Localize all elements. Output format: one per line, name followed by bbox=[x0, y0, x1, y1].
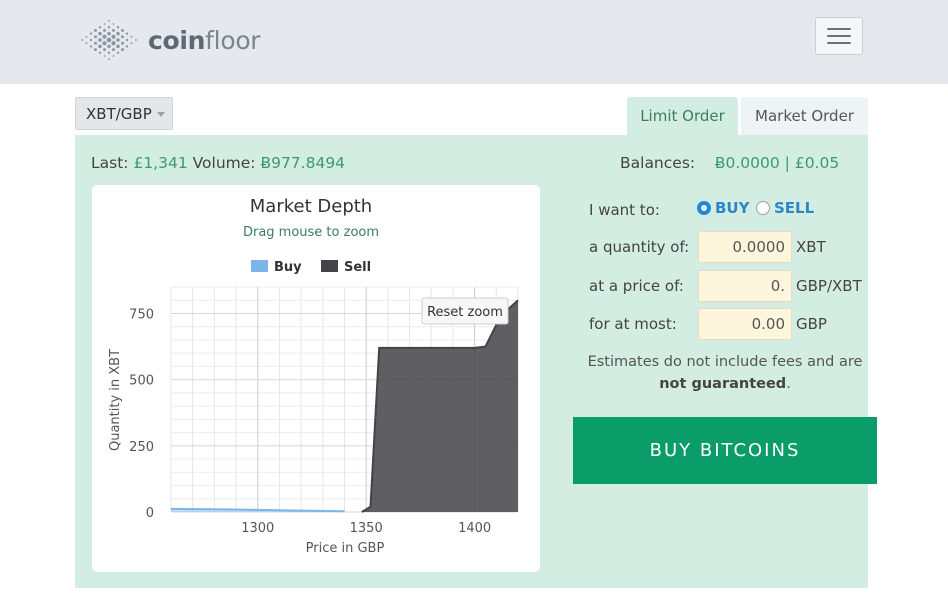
y-axis-label: Quantity in XBT bbox=[108, 349, 123, 451]
y-tick-label: 0 bbox=[146, 506, 154, 521]
top-navbar: coinfloor bbox=[0, 0, 948, 84]
pair-select-value: XBT/GBP bbox=[86, 104, 152, 123]
price-unit: GBP/XBT bbox=[796, 277, 862, 295]
volume-value: Ƀ977.8494 bbox=[260, 154, 346, 172]
fees-note-text: Estimates do not include fees and are bbox=[587, 354, 863, 370]
market-depth-chart[interactable]: Market Depth Drag mouse to zoom Buy Sell 0 25… bbox=[92, 185, 540, 572]
hamburger-menu-icon bbox=[827, 28, 851, 30]
tab-limit-order[interactable]: Limit Order bbox=[627, 97, 738, 135]
x-axis-label: Price in GBP bbox=[306, 541, 385, 556]
legend-swatch-sell bbox=[321, 260, 338, 272]
chart-subtitle: Drag mouse to zoom bbox=[243, 225, 379, 240]
volume-label: Volume: bbox=[192, 154, 256, 172]
chevron-down-icon bbox=[156, 112, 165, 117]
balance-gbp: £0.05 bbox=[794, 154, 840, 172]
quantity-label: a quantity of: bbox=[589, 238, 690, 256]
atmost-unit: GBP bbox=[796, 315, 827, 333]
series-area-sell bbox=[361, 300, 518, 512]
balance-btc: Ƀ0.0000 bbox=[714, 154, 780, 172]
quantity-input[interactable]: 0.0000 bbox=[698, 231, 792, 263]
price-input[interactable]: 0. bbox=[698, 270, 792, 302]
y-tick-label: 500 bbox=[129, 374, 154, 389]
legend-label-buy[interactable]: Buy bbox=[274, 260, 302, 275]
market-stats: Last: £1,341 Volume: Ƀ977.8494 bbox=[91, 154, 345, 172]
chart-svg[interactable]: Market Depth Drag mouse to zoom Buy Sell 0 25… bbox=[92, 185, 540, 572]
quantity-unit: XBT bbox=[796, 238, 826, 256]
legend-swatch-buy bbox=[251, 260, 268, 272]
atmost-label: for at most: bbox=[589, 315, 677, 333]
hamburger-menu-button[interactable] bbox=[815, 17, 863, 55]
brand-logo[interactable]: coinfloor bbox=[76, 16, 261, 64]
brand-name: coinfloor bbox=[148, 25, 261, 55]
reset-zoom-label[interactable]: Reset zoom bbox=[427, 305, 503, 320]
radio-unchecked-icon bbox=[756, 201, 770, 215]
price-label: at a price of: bbox=[589, 277, 684, 295]
fees-note-end: . bbox=[786, 376, 791, 392]
dot-grid-logo-icon bbox=[81, 19, 137, 61]
balances: Balances: Ƀ0.0000 | £0.05 bbox=[620, 154, 839, 172]
balances-label: Balances: bbox=[620, 154, 696, 172]
buy-radio-label: BUY bbox=[715, 199, 750, 217]
buy-radio[interactable]: BUY bbox=[697, 199, 749, 217]
fees-note-bold: not guaranteed bbox=[659, 376, 787, 392]
x-tick-label: 1400 bbox=[458, 521, 491, 536]
y-tick-label: 250 bbox=[129, 440, 154, 455]
pair-select[interactable]: XBT/GBP bbox=[75, 97, 173, 130]
y-tick-label: 750 bbox=[129, 307, 154, 322]
last-price: £1,341 bbox=[133, 154, 188, 172]
atmost-input[interactable]: 0.00 bbox=[698, 308, 792, 340]
legend-label-sell[interactable]: Sell bbox=[344, 260, 371, 275]
radio-checked-icon bbox=[697, 201, 711, 215]
last-label: Last: bbox=[91, 154, 129, 172]
balance-separator: | bbox=[784, 154, 790, 172]
chart-title: Market Depth bbox=[250, 196, 372, 217]
tab-market-order[interactable]: Market Order bbox=[741, 97, 868, 135]
buy-bitcoins-button[interactable]: BUY BITCOINS bbox=[573, 417, 877, 484]
fees-note: Estimates do not include fees and are no… bbox=[576, 351, 874, 395]
sell-radio[interactable]: SELL bbox=[756, 199, 814, 217]
x-tick-label: 1350 bbox=[350, 521, 383, 536]
want-label: I want to: bbox=[589, 201, 660, 219]
x-tick-label: 1300 bbox=[241, 521, 274, 536]
sell-radio-label: SELL bbox=[774, 199, 815, 217]
